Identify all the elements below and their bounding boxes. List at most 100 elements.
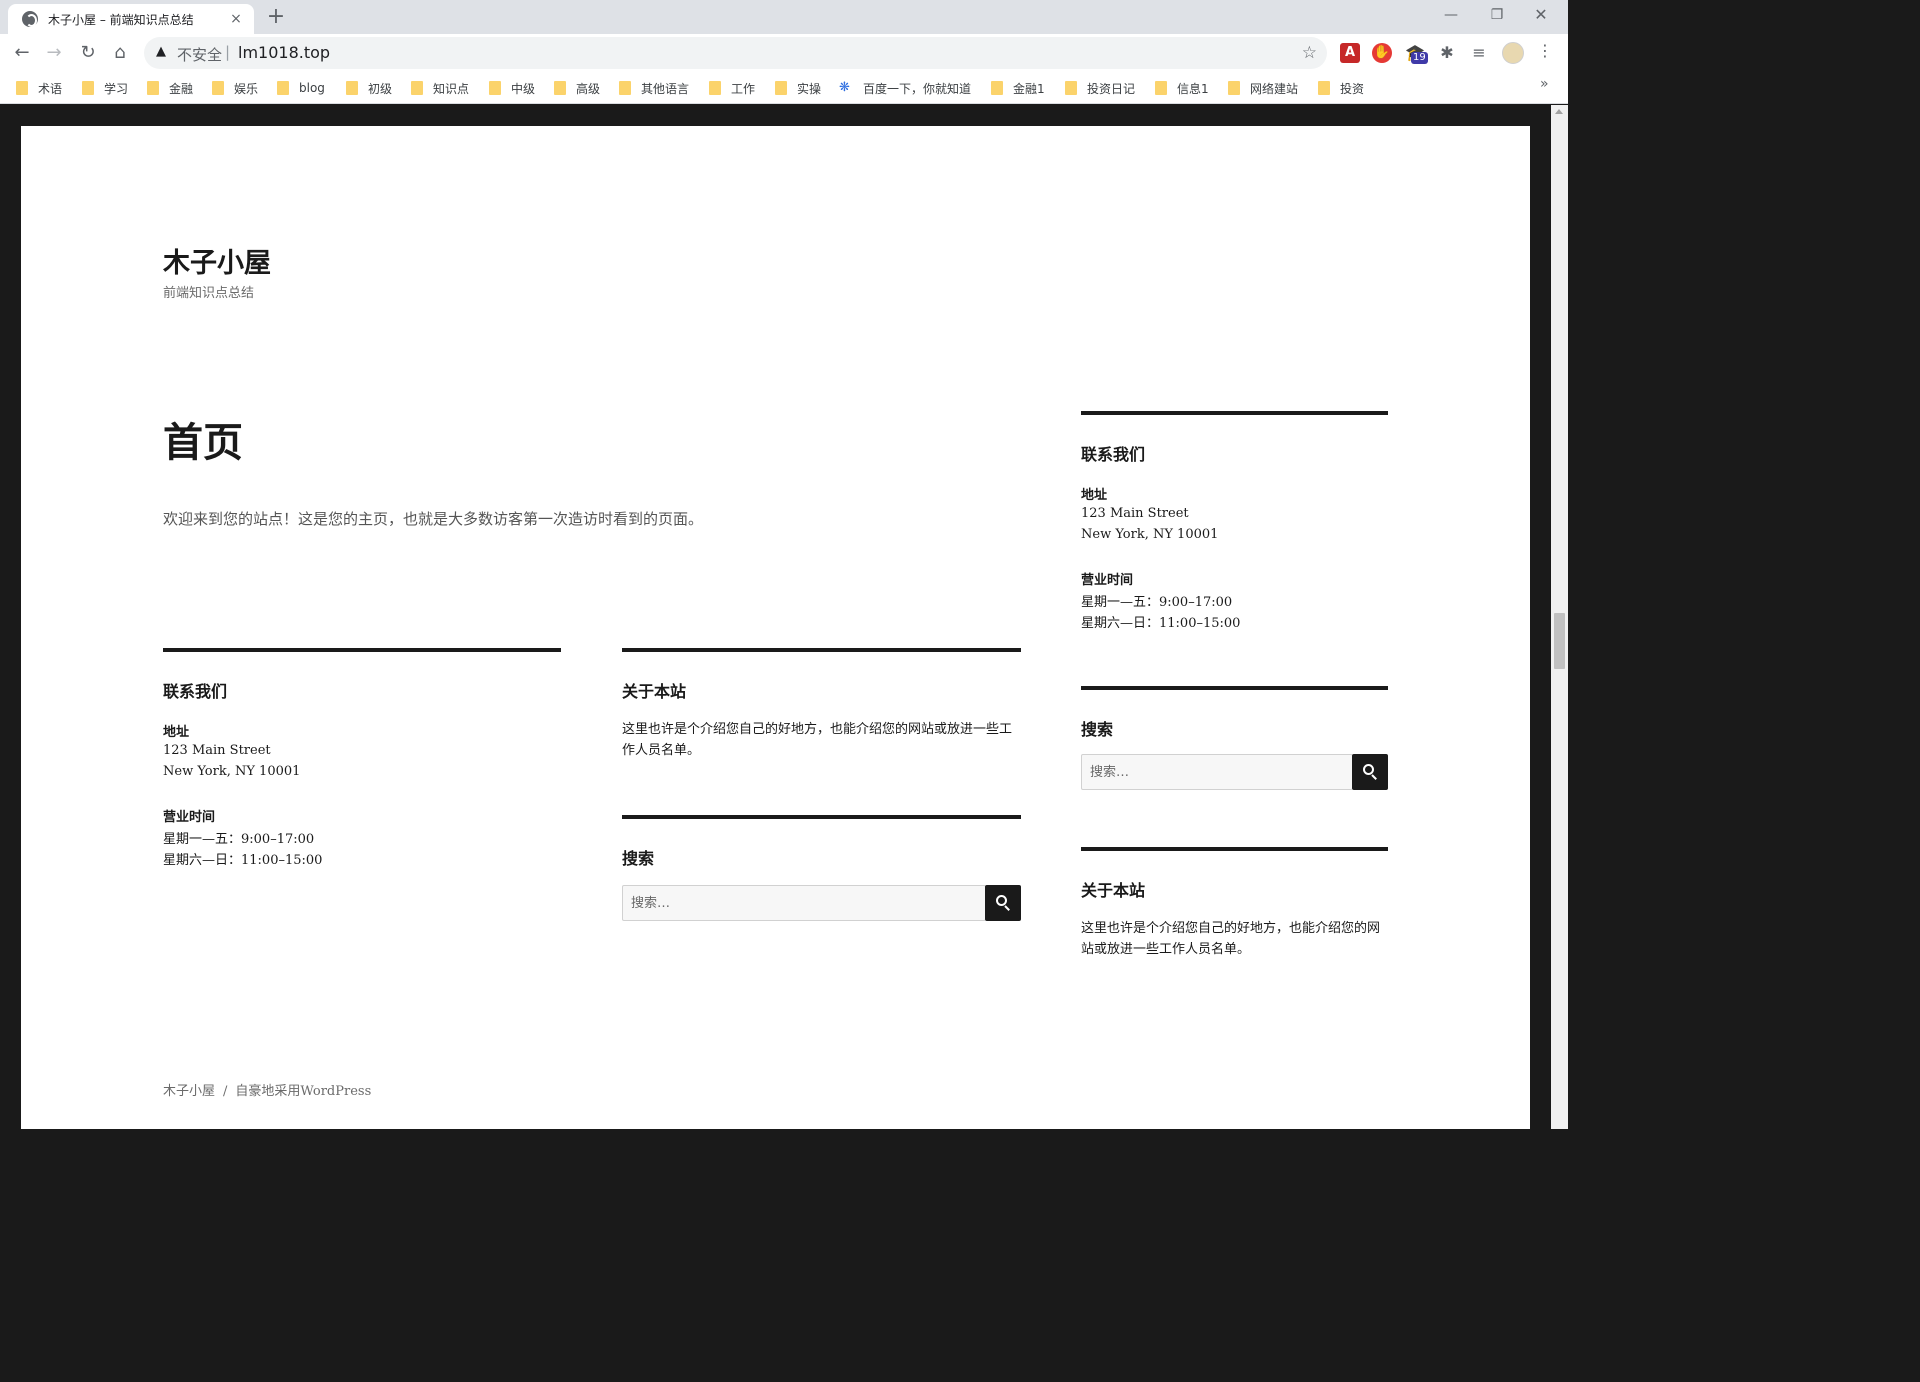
site-description: 前端知识点总结: [163, 286, 255, 301]
bookmark-item[interactable]: 知识点: [411, 78, 469, 98]
address-line: New York, NY 10001: [163, 764, 301, 779]
folder-icon: [1155, 81, 1167, 95]
widget-title: 搜索: [1081, 720, 1114, 739]
folder-icon: [554, 81, 566, 95]
scrollbar-thumb[interactable]: [1554, 613, 1565, 669]
site-title[interactable]: 木子小屋: [163, 241, 271, 280]
folder-icon: [411, 81, 423, 95]
puzzle-extensions-icon[interactable]: ✱: [1437, 43, 1457, 63]
bookmark-item[interactable]: 投资: [1318, 78, 1364, 98]
adblock-extension-icon[interactable]: ✋: [1372, 43, 1392, 63]
reload-icon[interactable]: ↻: [74, 39, 102, 67]
bookmark-item[interactable]: 网络建站: [1228, 78, 1298, 98]
footer-wordpress-link[interactable]: 自豪地采用WordPress: [235, 1084, 371, 1099]
window-minimize-button[interactable]: —: [1428, 0, 1474, 32]
search-input[interactable]: [1081, 754, 1353, 790]
hours-line: 星期一—五：9:00–17:00: [1081, 595, 1233, 610]
bookmark-label: 知识点: [433, 81, 470, 96]
folder-icon: [709, 81, 721, 95]
home-icon[interactable]: ⌂: [106, 39, 134, 67]
hours-line: 星期六—日：11:00–15:00: [1081, 616, 1241, 631]
tab-close-icon[interactable]: ×: [228, 11, 244, 27]
folder-icon: [212, 81, 224, 95]
acrobat-extension-icon[interactable]: A: [1340, 43, 1360, 63]
widget-title: 关于本站: [1081, 881, 1146, 900]
page-viewport: 木子小屋 前端知识点总结 首页 欢迎来到您的站点！这是您的主页，也就是大多数访客…: [0, 105, 1551, 1129]
folder-icon: [277, 81, 289, 95]
address-line: New York, NY 10001: [1081, 527, 1219, 542]
bookmark-item[interactable]: 实操: [775, 78, 821, 98]
bookmark-item[interactable]: 其他语言: [619, 78, 689, 98]
contact-widget: 联系我们 地址 123 Main Street New York, NY 100…: [163, 648, 561, 868]
folder-icon: [1065, 81, 1077, 95]
about-text: 这里也许是个介绍您自己的好地方，也能介绍您的网站或放进一些工作人员名单。: [1081, 921, 1381, 957]
search-button[interactable]: [1352, 754, 1388, 790]
browser-tab[interactable]: 木子小屋 – 前端知识点总结 ×: [8, 4, 254, 34]
profile-avatar[interactable]: [1502, 42, 1524, 64]
bookmark-label: 投资: [1340, 81, 1365, 96]
security-status-label[interactable]: 不安全: [177, 44, 222, 65]
folder-icon: [16, 81, 28, 95]
hours-line: 星期六—日：11:00–15:00: [163, 853, 323, 868]
bookmark-item[interactable]: 娱乐: [212, 78, 258, 98]
folder-icon: [1318, 81, 1330, 95]
bookmark-label: 中级: [511, 81, 536, 96]
search-button[interactable]: [985, 885, 1021, 921]
address-bar[interactable]: ▲ 不安全 | lm1018.top ☆: [144, 37, 1327, 69]
bookmark-item[interactable]: 高级: [554, 78, 600, 98]
bookmark-item[interactable]: 学习: [82, 78, 128, 98]
forward-arrow-icon[interactable]: →: [40, 39, 68, 67]
address-label: 地址: [163, 725, 190, 740]
new-tab-button[interactable]: +: [264, 4, 288, 30]
bookmark-label: 信息1: [1177, 81, 1209, 96]
bookmark-item[interactable]: 工作: [709, 78, 755, 98]
bookmarks-overflow-icon[interactable]: »: [1540, 76, 1549, 92]
page-scrollbar[interactable]: [1551, 105, 1568, 1129]
bookmark-item[interactable]: 中级: [489, 78, 535, 98]
site-footer: 木子小屋 / 自豪地采用WordPress: [163, 1080, 371, 1099]
bookmark-label: 百度一下，你就知道: [863, 81, 972, 96]
folder-icon: [775, 81, 787, 95]
bookmark-label: blog: [299, 81, 325, 95]
bookmark-item[interactable]: 金融1: [991, 78, 1045, 98]
tab-title: 木子小屋 – 前端知识点总结: [48, 12, 194, 27]
scroll-up-arrow-icon[interactable]: [1555, 109, 1563, 114]
url-text[interactable]: lm1018.top: [238, 43, 330, 62]
bookmark-item[interactable]: blog: [277, 78, 325, 98]
page-title: 首页: [163, 420, 243, 466]
bookmark-item[interactable]: 投资日记: [1065, 78, 1135, 98]
page-body-text: 欢迎来到您的站点！这是您的主页，也就是大多数访客第一次造访时看到的页面。: [163, 510, 704, 528]
bookmark-label: 术语: [38, 81, 63, 96]
bookmark-item[interactable]: 金融: [147, 78, 193, 98]
browser-toolbar: ← → ↻ ⌂ ▲ 不安全 | lm1018.top ☆ A ✋ 🎓 19 ✱ …: [0, 34, 1568, 72]
folder-icon: [1228, 81, 1240, 95]
window-restore-button[interactable]: ❐: [1474, 0, 1520, 32]
bookmark-item[interactable]: 术语: [16, 78, 62, 98]
browser-menu-icon[interactable]: ⋮: [1536, 41, 1554, 60]
search-widget: 搜索: [622, 815, 1021, 925]
bookmarks-bar: 术语 学习 金融 娱乐 blog 初级 知识点 中级 高级 其他语言 工作 实操…: [0, 72, 1568, 104]
sidebar-search-widget: 搜索: [1081, 686, 1388, 796]
bookmark-item[interactable]: 初级: [346, 78, 392, 98]
bookmark-label: 网络建站: [1250, 81, 1299, 96]
search-form: [622, 885, 1021, 921]
search-input[interactable]: [622, 885, 986, 921]
warning-triangle-icon[interactable]: ▲: [156, 44, 166, 59]
bookmark-label: 学习: [104, 81, 129, 96]
back-arrow-icon[interactable]: ←: [8, 39, 36, 67]
bookmark-item[interactable]: 信息1: [1155, 78, 1209, 98]
footer-separator: /: [223, 1084, 228, 1099]
tab-strip: 木子小屋 – 前端知识点总结 × + — ❐ ✕: [0, 0, 1568, 34]
hours-label: 营业时间: [1081, 573, 1134, 588]
window-close-button[interactable]: ✕: [1518, 0, 1564, 32]
folder-icon: [82, 81, 94, 95]
footer-site-link[interactable]: 木子小屋: [163, 1084, 215, 1099]
about-widget: 关于本站 这里也许是个介绍您自己的好地方，也能介绍您的网站或放进一些工作人员名单…: [622, 648, 1021, 768]
bookmark-star-icon[interactable]: ☆: [1302, 43, 1317, 63]
media-control-icon[interactable]: ≡: [1469, 43, 1489, 63]
address-label: 地址: [1081, 488, 1108, 503]
extension-badge: 19: [1411, 52, 1428, 64]
bookmark-item[interactable]: ❋ 百度一下，你就知道: [839, 78, 971, 98]
bookmark-label: 金融: [169, 81, 194, 96]
bookmark-label: 初级: [368, 81, 393, 96]
